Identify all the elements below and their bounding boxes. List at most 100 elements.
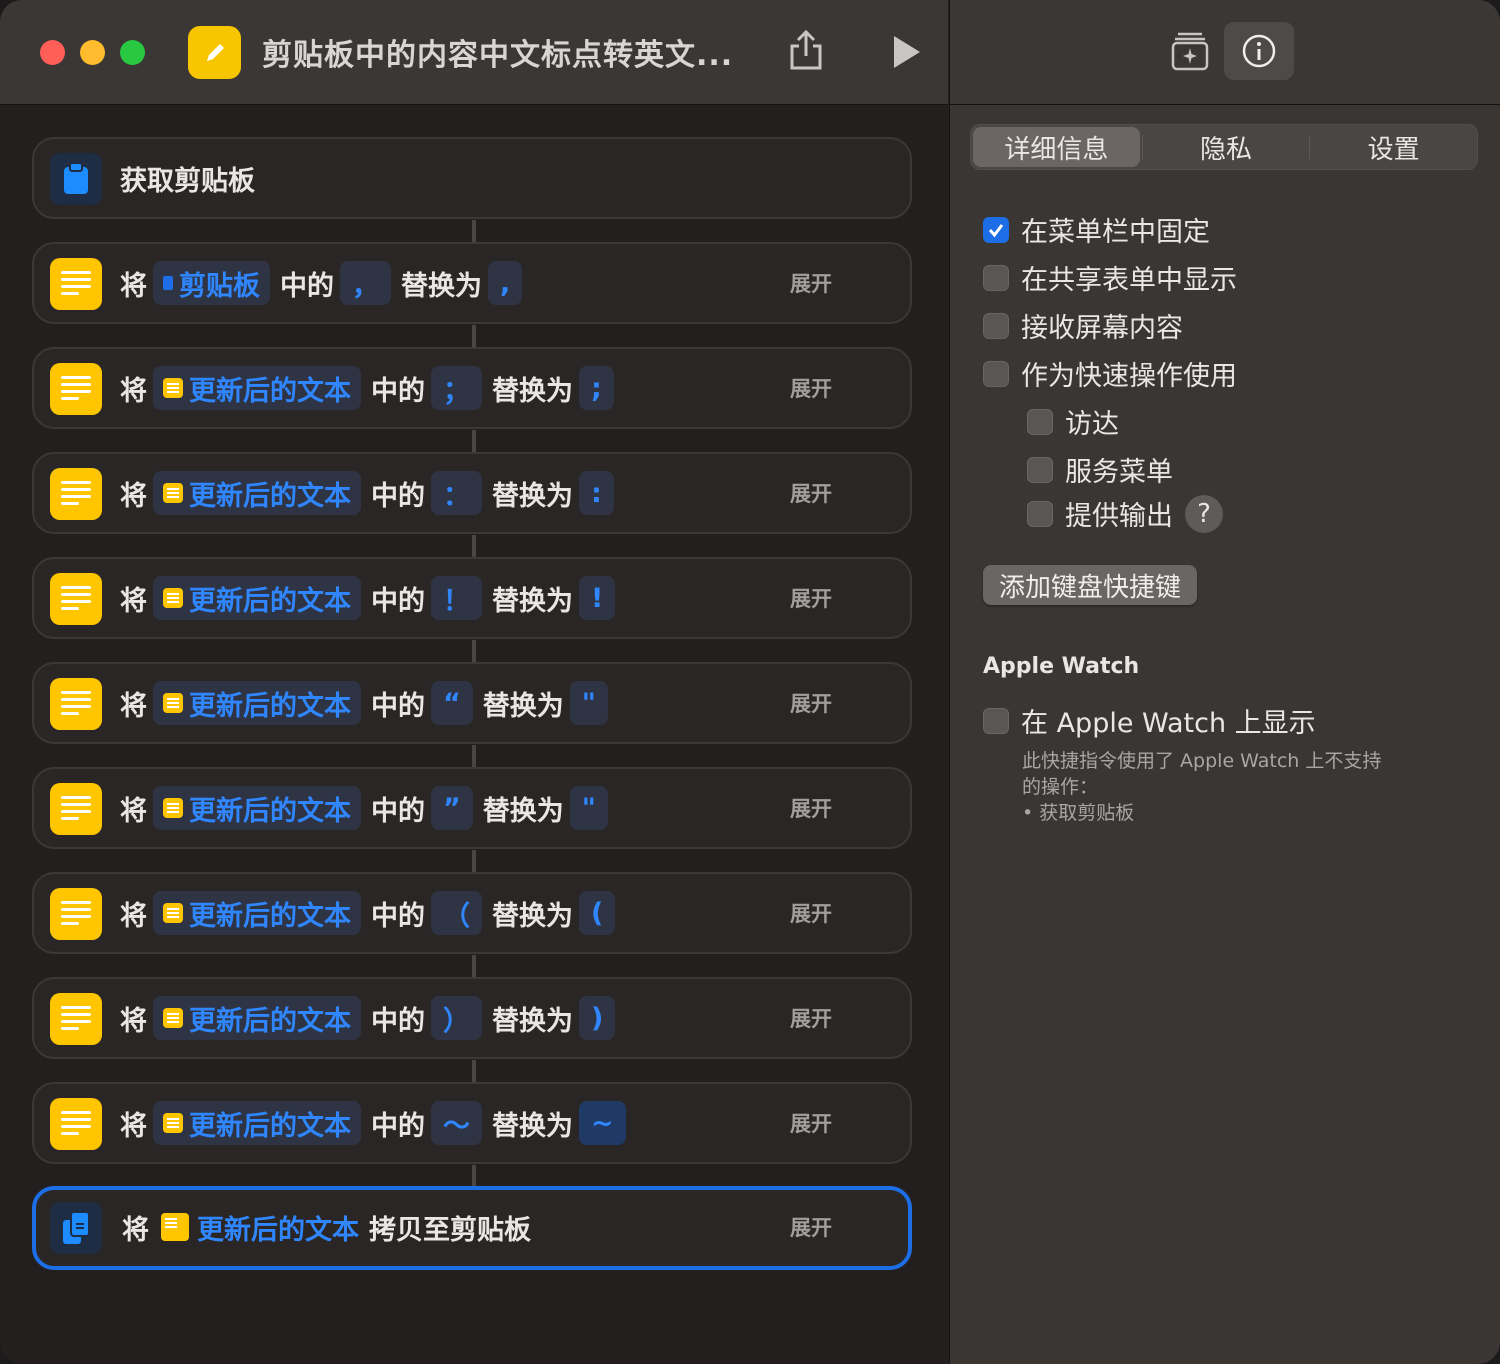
option-share-sheet[interactable]: 在共享表单中显示 [983, 258, 1237, 297]
variable-name: 更新后的文本 [189, 690, 351, 722]
action-replace-text[interactable]: 将 更新后的文本 中的 （ 替换为 ( 展开 [32, 872, 912, 954]
option-pin-menu-bar[interactable]: 在菜单栏中固定 [983, 210, 1210, 249]
clipboard-mini-icon [163, 276, 173, 290]
replace-field[interactable]: ! [579, 576, 616, 620]
expand-button[interactable]: 展开 [790, 583, 832, 613]
tab-settings[interactable]: 设置 [1310, 125, 1477, 169]
option-label: 服务菜单 [1065, 457, 1173, 488]
find-field[interactable]: ） [431, 996, 482, 1040]
variable-token[interactable]: 更新后的文本 [161, 1205, 359, 1249]
find-field[interactable]: ” [431, 786, 473, 830]
checkbox-checked-icon[interactable] [983, 216, 1009, 243]
tab-privacy[interactable]: 隐私 [1143, 125, 1310, 169]
variable-token[interactable]: 更新后的文本 [153, 891, 361, 935]
variable-token[interactable]: 剪贴板 [153, 261, 270, 305]
text-lines-icon [50, 573, 102, 625]
share-icon[interactable] [786, 28, 826, 72]
action-mid: 中的 [371, 375, 425, 407]
variable-name: 更新后的文本 [189, 795, 351, 827]
expand-button[interactable]: 展开 [790, 1108, 832, 1138]
option-provide-output[interactable]: 提供输出 ? [1027, 494, 1223, 533]
expand-button[interactable]: 展开 [790, 1212, 832, 1242]
replace-field[interactable]: ( [579, 891, 616, 935]
details-sidebar: 详细信息 隐私 设置 在菜单栏中固定 在共享表单中显示 接收屏幕内容 作为快速操… [949, 0, 1500, 1364]
checkbox[interactable] [983, 360, 1009, 387]
expand-button[interactable]: 展开 [790, 478, 832, 508]
text-lines-icon [50, 258, 102, 310]
help-icon[interactable]: ? [1185, 494, 1223, 533]
expand-button[interactable]: 展开 [790, 268, 832, 298]
zoom-window-button[interactable] [120, 40, 145, 65]
find-field[interactable]: ～ [431, 1101, 482, 1145]
find-field[interactable]: ： [431, 471, 482, 515]
option-quick-action[interactable]: 作为快速操作使用 [983, 354, 1237, 393]
checkbox[interactable] [983, 264, 1009, 291]
replace-field[interactable]: ~ [579, 1101, 626, 1145]
action-verb: 将 [120, 690, 147, 722]
action-library-icon[interactable] [1170, 28, 1210, 72]
action-replace-text[interactable]: 将 剪贴板 中的 ， 替换为 , 展开 [32, 242, 912, 324]
action-replace-text[interactable]: 将 更新后的文本 中的 “ 替换为 " 展开 [32, 662, 912, 744]
shortcut-icon[interactable] [188, 26, 241, 79]
replace-field[interactable]: : [579, 471, 614, 515]
action-verb: 将 [120, 1110, 147, 1142]
replace-field[interactable]: ) [579, 996, 616, 1040]
expand-button[interactable]: 展开 [790, 793, 832, 823]
variable-token[interactable]: 更新后的文本 [153, 576, 361, 620]
shortcut-title[interactable]: 剪贴板中的内容中文标点转英文... [262, 30, 733, 74]
action-copy-to-clipboard[interactable]: 将 更新后的文本 拷贝至剪贴板 展开 [32, 1186, 912, 1270]
action-replace-text[interactable]: 将 更新后的文本 中的 ： 替换为 : 展开 [32, 452, 912, 534]
checkbox[interactable] [983, 312, 1009, 339]
option-finder[interactable]: 访达 [1027, 402, 1119, 441]
run-icon[interactable] [888, 32, 924, 72]
variable-token[interactable]: 更新后的文本 [153, 681, 361, 725]
option-show-on-watch[interactable]: 在 Apple Watch 上显示 [983, 701, 1316, 740]
tab-details[interactable]: 详细信息 [973, 127, 1140, 167]
action-replace-text[interactable]: 将 更新后的文本 中的 ； 替换为 ; 展开 [32, 347, 912, 429]
variable-token[interactable]: 更新后的文本 [153, 1101, 361, 1145]
option-label: 在菜单栏中固定 [1021, 217, 1210, 248]
variable-token[interactable]: 更新后的文本 [153, 471, 361, 515]
replace-field[interactable]: , [488, 261, 523, 305]
checkbox[interactable] [983, 707, 1009, 734]
variable-token[interactable]: 更新后的文本 [153, 366, 361, 410]
replace-field[interactable]: " [569, 681, 608, 725]
flow-connector [472, 430, 476, 452]
replace-field[interactable]: ; [579, 366, 614, 410]
find-field[interactable]: （ [431, 891, 482, 935]
action-replace-text[interactable]: 将 更新后的文本 中的 ！ 替换为 ! 展开 [32, 557, 912, 639]
find-field[interactable]: “ [431, 681, 473, 725]
replace-field[interactable]: " [569, 786, 608, 830]
text-mini-icon [163, 1113, 183, 1133]
option-receive-screen[interactable]: 接收屏幕内容 [983, 306, 1183, 345]
find-field[interactable]: ； [431, 366, 482, 410]
text-lines-icon [50, 678, 102, 730]
text-mini-icon [163, 483, 183, 503]
expand-button[interactable]: 展开 [790, 688, 832, 718]
expand-button[interactable]: 展开 [790, 1003, 832, 1033]
minimize-window-button[interactable] [80, 40, 105, 65]
find-field[interactable]: ， [340, 261, 391, 305]
close-window-button[interactable] [40, 40, 65, 65]
variable-name: 更新后的文本 [189, 375, 351, 407]
action-replace-label: 替换为 [482, 690, 564, 722]
add-keyboard-shortcut-button[interactable]: 添加键盘快捷键 [983, 565, 1198, 605]
checkbox[interactable] [1027, 500, 1053, 527]
variable-token[interactable]: 更新后的文本 [153, 996, 361, 1040]
action-get-clipboard[interactable]: 获取剪贴板 [32, 137, 912, 219]
expand-button[interactable]: 展开 [790, 898, 832, 928]
action-replace-text[interactable]: 将 更新后的文本 中的 ） 替换为 ) 展开 [32, 977, 912, 1059]
find-field[interactable]: ！ [431, 576, 482, 620]
action-replace-text[interactable]: 将 更新后的文本 中的 ～ 替换为 ~ 展开 [32, 1082, 912, 1164]
option-services-menu[interactable]: 服务菜单 [1027, 450, 1173, 489]
action-mid: 中的 [371, 690, 425, 722]
variable-name: 更新后的文本 [189, 585, 351, 617]
flow-connector [472, 535, 476, 557]
info-icon[interactable] [1224, 22, 1294, 80]
checkbox[interactable] [1027, 408, 1053, 435]
checkbox[interactable] [1027, 456, 1053, 483]
expand-button[interactable]: 展开 [790, 373, 832, 403]
action-mid: 中的 [371, 480, 425, 512]
variable-token[interactable]: 更新后的文本 [153, 786, 361, 830]
action-replace-text[interactable]: 将 更新后的文本 中的 ” 替换为 " 展开 [32, 767, 912, 849]
